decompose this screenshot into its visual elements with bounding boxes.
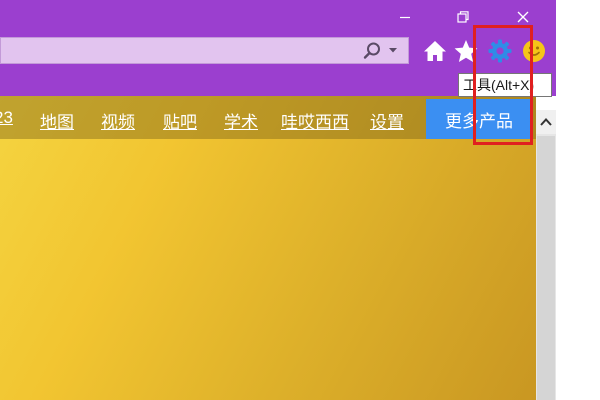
address-dropdown-button[interactable]	[386, 43, 400, 57]
address-bar[interactable]	[0, 37, 409, 64]
page-content: 23 地图 视频 贴吧 学术 哇哎西西 设置 更多产品	[0, 96, 536, 400]
minimize-icon	[400, 16, 410, 19]
minimize-button[interactable]	[390, 6, 420, 28]
home-icon	[424, 41, 446, 61]
nav-link-waaixixi[interactable]: 哇哎西西	[281, 108, 349, 133]
chevron-up-icon	[540, 118, 552, 126]
restore-icon	[457, 11, 469, 23]
search-button[interactable]	[362, 41, 382, 61]
close-icon	[517, 11, 529, 23]
tools-highlight-box	[473, 25, 533, 145]
nav-link-23[interactable]: 23	[0, 108, 13, 128]
page-navbar: 23 地图 视频 贴吧 学术 哇哎西西 设置 更多产品	[0, 96, 536, 139]
nav-link-settings[interactable]: 设置	[370, 108, 404, 133]
search-icon	[363, 42, 380, 59]
vertical-scrollbar[interactable]	[536, 110, 556, 400]
nav-link-map[interactable]: 地图	[40, 108, 74, 133]
nav-link-video[interactable]: 视频	[101, 108, 135, 133]
nav-link-academic[interactable]: 学术	[224, 108, 258, 133]
chevron-down-icon	[389, 48, 397, 53]
home-button[interactable]	[422, 38, 448, 64]
scroll-up-button[interactable]	[536, 110, 556, 134]
scroll-thumb[interactable]	[537, 136, 555, 400]
nav-link-tieba[interactable]: 贴吧	[163, 108, 197, 133]
